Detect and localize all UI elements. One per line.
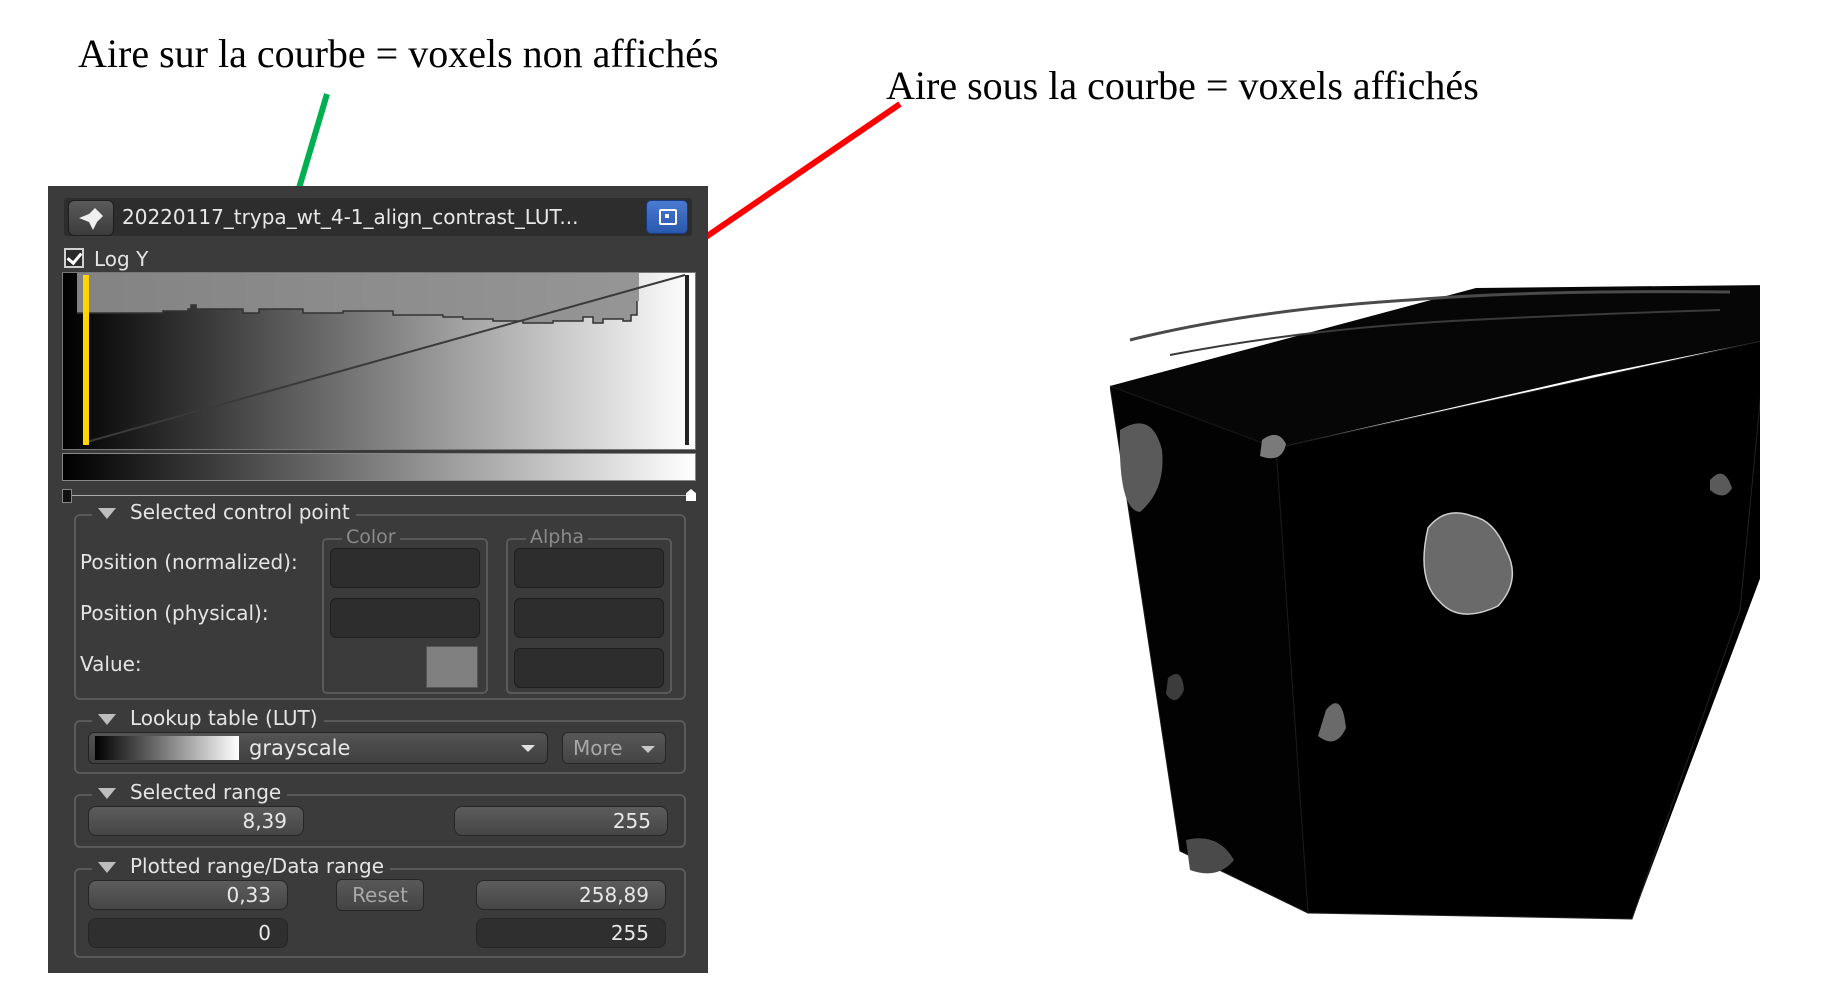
color-subgroup-title: Color xyxy=(342,526,400,548)
alpha-subgroup: Alpha xyxy=(506,526,672,694)
selected-control-point-header[interactable]: Selected control point xyxy=(92,500,356,524)
lut-preview xyxy=(95,736,239,760)
color-position-normalized-field[interactable] xyxy=(330,548,480,588)
position-physical-label: Position (physical): xyxy=(80,601,269,625)
data-range-max: 255 xyxy=(476,918,666,948)
reset-button[interactable]: Reset xyxy=(336,879,424,911)
transfer-function-panel: 20220117_trypa_wt_4-1_align_contrast_LUT… xyxy=(48,186,708,973)
triangle-down-icon xyxy=(98,508,116,519)
chevron-down-icon xyxy=(641,746,655,753)
selected-control-point-group: Selected control point Position (normali… xyxy=(74,500,686,700)
lut-colorbar xyxy=(62,453,696,481)
selected-range-title: Selected range xyxy=(130,780,282,804)
max-marker xyxy=(685,275,689,445)
alpha-subgroup-title: Alpha xyxy=(526,526,589,548)
lookup-table-title: Lookup table (LUT) xyxy=(130,706,318,730)
plotted-range-header[interactable]: Plotted range/Data range xyxy=(92,854,391,878)
alpha-position-normalized-field[interactable] xyxy=(514,548,664,588)
color-subgroup: Color xyxy=(322,526,488,694)
selected-range-group: Selected range 8,39 255 xyxy=(74,780,686,848)
plotted-range-group: Plotted range/Data range 0,33 Reset 258,… xyxy=(74,854,686,958)
chevron-down-icon xyxy=(521,745,535,752)
log-y-label: Log Y xyxy=(94,247,149,271)
selected-control-point-title: Selected control point xyxy=(130,500,350,524)
triangle-down-icon xyxy=(98,788,116,799)
range-slider-max-handle[interactable] xyxy=(686,489,696,501)
plotted-range-title: Plotted range/Data range xyxy=(130,854,385,878)
lookup-table-header[interactable]: Lookup table (LUT) xyxy=(92,706,324,730)
volume-rendering[interactable] xyxy=(1110,280,1760,940)
color-value-swatch[interactable] xyxy=(426,646,478,688)
pin-icon xyxy=(79,208,103,230)
alpha-position-physical-field[interactable] xyxy=(514,598,664,638)
panel-title: 20220117_trypa_wt_4-1_align_contrast_LUT… xyxy=(122,205,579,229)
color-position-physical-field[interactable] xyxy=(330,598,480,638)
range-slider-min-handle[interactable] xyxy=(62,489,72,503)
histogram-editor[interactable] xyxy=(62,272,696,450)
position-normalized-label: Position (normalized): xyxy=(80,550,298,574)
selected-range-min[interactable]: 8,39 xyxy=(88,806,304,836)
triangle-down-icon xyxy=(98,714,116,725)
lut-dropdown[interactable]: grayscale xyxy=(88,732,548,764)
data-range-min: 0 xyxy=(88,918,288,948)
value-label: Value: xyxy=(80,652,142,676)
selected-range-max[interactable]: 255 xyxy=(454,806,668,836)
plotted-range-max[interactable]: 258,89 xyxy=(476,880,666,910)
triangle-down-icon xyxy=(98,862,116,873)
float-window-button[interactable] xyxy=(646,200,688,234)
plotted-range-min[interactable]: 0,33 xyxy=(88,880,288,910)
panel-titlebar: 20220117_trypa_wt_4-1_align_contrast_LUT… xyxy=(64,198,692,236)
selected-range-header[interactable]: Selected range xyxy=(92,780,288,804)
lut-more-button[interactable]: More xyxy=(562,732,666,764)
threshold-marker xyxy=(83,275,89,445)
pin-button[interactable] xyxy=(68,200,114,236)
lut-more-label: More xyxy=(573,736,623,760)
log-y-checkbox[interactable] xyxy=(64,248,84,268)
alpha-value-field[interactable] xyxy=(514,648,664,688)
lut-selected-name: grayscale xyxy=(249,736,351,760)
lookup-table-group: Lookup table (LUT) grayscale More xyxy=(74,706,686,774)
